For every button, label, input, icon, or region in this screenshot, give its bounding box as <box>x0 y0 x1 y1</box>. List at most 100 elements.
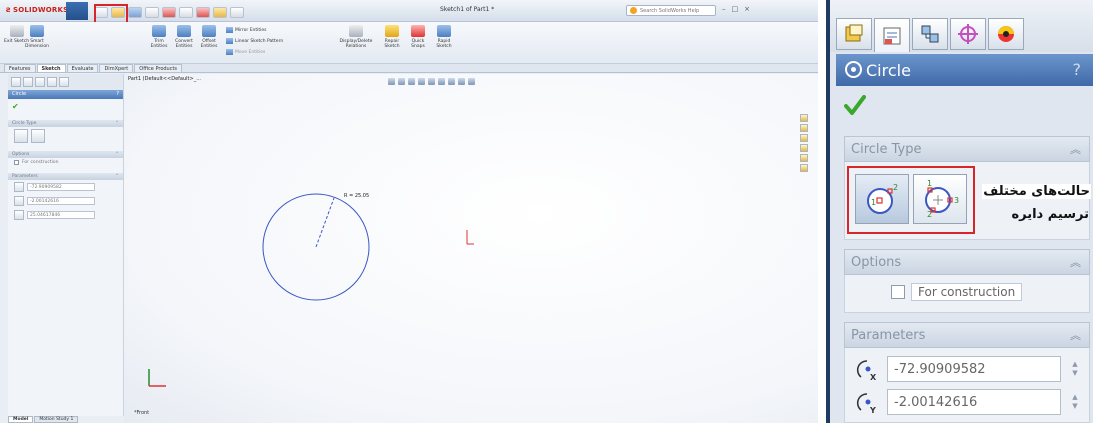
smart-dimension-icon <box>30 25 44 37</box>
configuration-manager-icon[interactable] <box>35 77 45 87</box>
collapse-chevron-icon: ︽ <box>1070 143 1081 156</box>
circle-type-body: 1 2 1 3 2 <box>844 162 1090 240</box>
help-icon[interactable]: ? <box>116 91 119 98</box>
maximize-icon[interactable]: □ <box>732 5 739 13</box>
for-construction-label: For construction <box>911 283 1023 301</box>
zoom-configuration-manager-tab[interactable] <box>912 18 948 50</box>
zoom-dimxpert-manager-tab[interactable] <box>950 18 986 50</box>
center-x-icon <box>14 182 24 192</box>
graphics-area[interactable]: Part1 (Default<<Default>_... R = 25.05 *… <box>124 74 818 423</box>
move-icon <box>226 49 233 55</box>
section-parameters-label: Parameters <box>851 327 926 343</box>
spin-up-icon[interactable]: ▲ <box>1072 393 1077 402</box>
linear-pattern-button[interactable]: Linear Sketch Pattern <box>226 38 283 44</box>
tab-office-products[interactable]: Office Products <box>134 64 183 72</box>
center-x-spinner[interactable]: ▲ ▼ <box>1069 360 1081 378</box>
center-x-row: X -72.90909582 ▲ ▼ <box>855 356 1081 382</box>
section-circle-type[interactable]: Circle Type ⌃ <box>8 120 123 127</box>
svg-text:Y: Y <box>869 406 876 414</box>
repair-sketch-button[interactable]: Repair Sketch <box>382 25 402 49</box>
center-y-field[interactable]: -2.00142616 <box>27 197 95 205</box>
zoomed-property-manager: Circle ? Circle Type ︽ 1 2 1 3 <box>826 0 1093 423</box>
tab-features[interactable]: Features <box>4 64 36 72</box>
convert-entities-button[interactable]: Convert Entities <box>172 25 196 49</box>
solidworks-logo: ƨ SOLIDWORKS <box>6 5 69 14</box>
display-manager-icon <box>998 26 1014 42</box>
feature-manager-icon[interactable] <box>11 77 21 87</box>
relations-icon <box>349 25 363 37</box>
dimxpert-manager-icon <box>958 24 978 44</box>
search-icon <box>630 7 637 14</box>
center-x-field[interactable]: -72.90909582 <box>887 356 1061 382</box>
section-parameters[interactable]: Parameters ⌃ <box>8 173 123 180</box>
spin-up-icon[interactable]: ▲ <box>1072 360 1077 369</box>
zoom-property-manager-tab[interactable] <box>874 18 910 52</box>
construction-row: For construction <box>8 158 123 167</box>
zoomed-pm-title: Circle <box>866 60 911 80</box>
radius-field[interactable]: 25.04617846 <box>27 211 95 219</box>
property-manager-panel: Circle? ✔ Circle Type ⌃ Options ⌃ For cons… <box>8 74 124 416</box>
center-x-field[interactable]: -72.90909582 <box>27 183 95 191</box>
center-y-row: Y -2.00142616 ▲ ▼ <box>855 389 1081 415</box>
spin-down-icon[interactable]: ▼ <box>1072 369 1077 378</box>
window-controls: – □ × <box>722 5 750 13</box>
move-entities-button[interactable]: Move Entities <box>226 49 265 55</box>
solidworks-window: ƨ SOLIDWORKS Sketch1 of Part1 * Search So… <box>0 0 818 423</box>
zoomed-section-circle-type[interactable]: Circle Type ︽ <box>844 136 1090 162</box>
title-bar: ƨ SOLIDWORKS Sketch1 of Part1 * Search So… <box>0 0 818 32</box>
circle-type-buttons <box>8 127 123 145</box>
section-options[interactable]: Options ⌃ <box>8 151 123 158</box>
param-x-row: -72.90909582 <box>8 180 123 194</box>
radius-icon <box>14 210 24 220</box>
display-delete-relations-button[interactable]: Display/Delete Relations <box>338 25 374 49</box>
options-icon[interactable] <box>230 6 244 18</box>
sketch-canvas <box>148 193 474 387</box>
tab-evaluate[interactable]: Evaluate <box>66 64 99 72</box>
print-icon[interactable] <box>145 6 159 18</box>
perimeter-circle-icon[interactable] <box>31 129 45 143</box>
undo-icon[interactable] <box>162 6 176 18</box>
circle-type-highlight <box>847 166 975 234</box>
trim-entities-button[interactable]: Trim Entities <box>148 25 170 49</box>
center-y-field[interactable]: -2.00142616 <box>887 389 1061 415</box>
zoomed-section-options[interactable]: Options ︽ <box>844 249 1090 275</box>
construction-checkbox[interactable] <box>14 160 19 165</box>
for-construction-checkbox[interactable] <box>891 285 905 299</box>
smart-dimension-button[interactable]: Smart Dimension <box>24 25 50 49</box>
parameters-body: X -72.90909582 ▲ ▼ Y -2.00142616 ▲ ▼ <box>844 348 1090 423</box>
linear-pattern-icon <box>226 38 233 44</box>
tab-model[interactable]: Model <box>8 416 34 423</box>
tab-dimxpert[interactable]: DimXpert <box>99 64 134 72</box>
minimize-icon[interactable]: – <box>722 5 726 13</box>
quick-snaps-button[interactable]: Quick Snaps <box>408 25 428 49</box>
property-manager-icon[interactable] <box>23 77 33 87</box>
select-icon[interactable] <box>179 6 193 18</box>
zoomed-ok-check-icon[interactable] <box>844 94 866 116</box>
zoom-display-manager-tab[interactable] <box>988 18 1024 50</box>
rebuild-icon[interactable] <box>196 6 210 18</box>
ok-check-icon[interactable]: ✔ <box>8 99 123 114</box>
save-icon[interactable] <box>128 6 142 18</box>
mirror-entities-button[interactable]: Mirror Entities <box>226 27 267 33</box>
dimxpert-manager-icon[interactable] <box>47 77 57 87</box>
svg-text:X: X <box>870 373 877 381</box>
center-circle-icon[interactable] <box>14 129 28 143</box>
close-icon[interactable]: × <box>744 5 750 13</box>
zoomed-manager-tabs <box>830 0 1093 52</box>
offset-entities-button[interactable]: Offset Entities <box>198 25 220 49</box>
logo-arrow-button[interactable] <box>66 2 88 20</box>
property-manager-icon <box>883 27 901 44</box>
zoomed-section-parameters[interactable]: Parameters ︽ <box>844 322 1090 348</box>
help-search-input[interactable]: Search SolidWorks Help <box>626 5 716 16</box>
zoomed-help-icon[interactable]: ? <box>1073 60 1082 79</box>
zoom-feature-manager-tab[interactable] <box>836 18 872 50</box>
rapid-sketch-button[interactable]: Rapid Sketch <box>434 25 454 49</box>
center-y-spinner[interactable]: ▲ ▼ <box>1069 393 1081 411</box>
file-properties-icon[interactable] <box>213 6 227 18</box>
display-manager-icon[interactable] <box>59 77 69 87</box>
spin-down-icon[interactable]: ▼ <box>1072 402 1077 411</box>
param-y-row: -2.00142616 <box>8 194 123 208</box>
tab-sketch[interactable]: Sketch <box>36 64 66 72</box>
tab-motion-study[interactable]: Motion Study 1 <box>34 416 79 423</box>
exit-sketch-icon <box>9 25 24 37</box>
